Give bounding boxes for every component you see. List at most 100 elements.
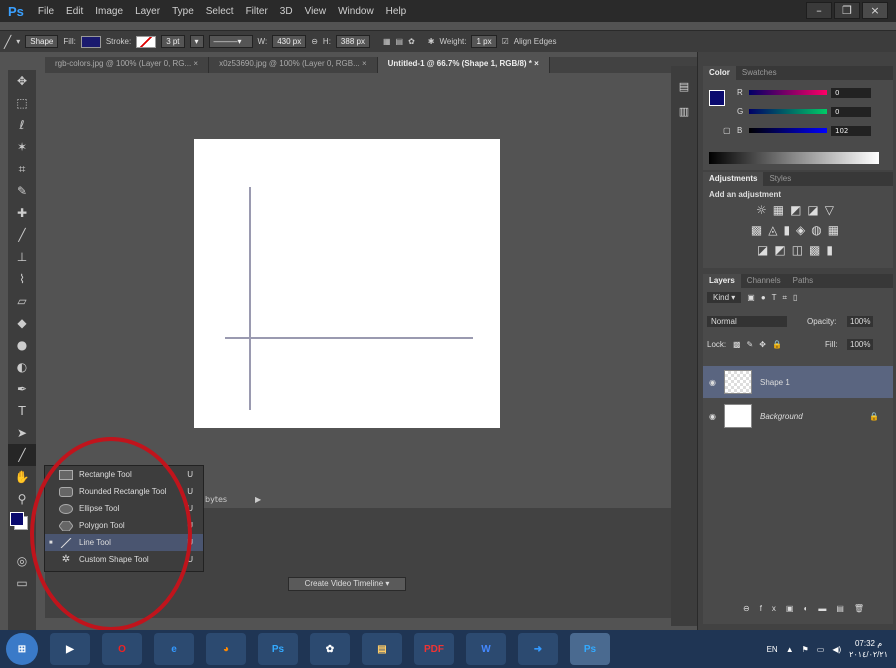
tab-paths[interactable]: Paths [787,274,819,288]
status-arrow-icon[interactable]: ▶ [255,495,261,504]
polygon-tool-item[interactable]: Polygon Tool U [45,517,203,534]
menu-layer[interactable]: Layer [129,6,166,17]
tab-untitled-1[interactable]: Untitled-1 @ 66.7% (Shape 1, RGB/8) * × [377,57,550,73]
g-slider[interactable] [749,109,827,114]
stroke-type-select[interactable]: ▾ [189,35,204,48]
visibility-eye-icon[interactable]: ◉ [709,378,716,387]
history-panel-icon[interactable]: ▤ [671,80,697,93]
width-field[interactable]: 430 px [272,35,307,48]
stroke-swatch[interactable] [136,35,157,48]
dodge-tool-icon[interactable]: ◐ [8,356,36,378]
layer-background[interactable]: ◉ Background 🔒 [703,400,893,432]
crop-tool-icon[interactable]: ⌗ [8,158,36,180]
visibility-eye-icon[interactable]: ◉ [709,412,716,421]
menu-type[interactable]: Type [166,6,200,17]
tab-x0z53690[interactable]: x0z53690.jpg @ 100% (Layer 0, RGB... × [209,57,378,73]
paint-bucket-tool-icon[interactable]: ◆ [8,312,36,334]
ellipse-tool-item[interactable]: Ellipse Tool U [45,500,203,517]
fill-field[interactable]: 100% [847,339,874,350]
document-canvas[interactable] [194,139,500,428]
pen-tool-icon[interactable]: ✒ [8,378,36,400]
taskbar-file-explorer[interactable]: ▤ [362,633,402,665]
layer-filter-icons[interactable]: ▣●T⌗▯ [747,293,803,303]
lock-icons[interactable]: ▩✎✥🔒 [733,340,788,349]
menu-image[interactable]: Image [89,6,129,17]
height-field[interactable]: 388 px [335,35,370,48]
magic-wand-tool-icon[interactable]: ✶ [8,136,36,158]
gear-icon[interactable]: ✱ [428,37,435,46]
foreground-color-chip[interactable] [709,90,725,106]
color-ramp[interactable] [709,152,879,164]
move-tool-icon[interactable]: ✥ [8,70,36,92]
tab-styles[interactable]: Styles [763,172,797,186]
taskbar-word[interactable]: W [466,633,506,665]
marquee-tool-icon[interactable]: ⬚ [8,92,36,114]
menu-window[interactable]: Window [332,6,380,17]
b-slider[interactable] [749,128,827,133]
menu-file[interactable]: File [32,6,60,17]
quick-mask-icon[interactable]: ◎ [8,550,36,572]
healing-brush-tool-icon[interactable]: ✚ [8,202,36,224]
create-video-timeline-button[interactable]: Create Video Timeline ▾ [288,577,406,591]
tab-layers[interactable]: Layers [703,274,741,288]
menu-filter[interactable]: Filter [240,6,274,17]
history-brush-tool-icon[interactable]: ⌇ [8,268,36,290]
eraser-tool-icon[interactable]: ▱ [8,290,36,312]
layer-actions-bar[interactable]: ⊖fx▣◐▬▤🗑 [743,604,874,613]
tab-adjustments[interactable]: Adjustments [703,172,764,186]
adjustment-icons-row-3[interactable]: ◪◩◫▩▮ [703,243,893,257]
taskbar-internet-explorer[interactable]: e [154,633,194,665]
adjustment-icons-row-2[interactable]: ▩◬▮◈◍▦ [703,223,893,237]
taskbar-messenger[interactable]: ➜ [518,633,558,665]
line-tool-icon[interactable]: ╱ [8,444,36,466]
link-icon[interactable]: ⊖ [311,37,318,46]
flag-icon[interactable]: ⚑ [802,645,809,654]
taskbar-pdf[interactable]: PDF [414,633,454,665]
brush-tool-icon[interactable]: ╱ [8,224,36,246]
line-tool-item[interactable]: ■ Line Tool U [45,534,203,551]
blend-mode-select[interactable]: Normal [707,316,787,327]
menu-view[interactable]: View [299,6,333,17]
tab-channels[interactable]: Channels [741,274,787,288]
maximize-button[interactable]: ❐ [834,2,860,19]
mode-select[interactable]: Shape [25,35,59,48]
minimize-button[interactable]: – [806,2,832,19]
tab-rgb-colors[interactable]: rgb-colors.jpg @ 100% (Layer 0, RG... × [45,57,210,73]
filter-kind-select[interactable]: Kind ▾ [707,292,742,303]
menu-select[interactable]: Select [200,6,240,17]
clone-stamp-tool-icon[interactable]: ⊥ [8,246,36,268]
g-value[interactable]: 0 [831,107,871,117]
eyedropper-tool-icon[interactable]: ✎ [8,180,36,202]
network-icon[interactable]: ▭ [817,645,825,654]
b-value[interactable]: 102 [831,126,871,136]
start-button[interactable]: ⊞ [6,633,38,665]
tool-preset-dropdown[interactable]: ▾ [16,37,20,46]
custom-shape-tool-item[interactable]: ✲ Custom Shape Tool U [45,551,203,568]
volume-icon[interactable]: ◀) [832,645,841,654]
menu-help[interactable]: Help [380,6,413,17]
stroke-style-select[interactable]: ―――▾ [208,35,253,48]
taskbar-firefox[interactable]: ◕ [206,633,246,665]
weight-field[interactable]: 1 px [471,35,497,48]
path-align-icon[interactable]: ▤ [396,37,404,46]
r-value[interactable]: 0 [831,88,871,98]
r-slider[interactable] [749,90,827,95]
type-tool-icon[interactable]: T [8,400,36,422]
path-selection-tool-icon[interactable]: ➤ [8,422,36,444]
properties-panel-icon[interactable]: ▥ [671,105,697,118]
fill-swatch[interactable] [80,35,101,48]
close-button[interactable]: × [862,2,888,19]
path-ops-icon[interactable]: ▦ [383,37,391,46]
layer-shape-1[interactable]: ◉ Shape 1 [703,366,893,398]
layer-name[interactable]: Background [760,412,803,421]
rectangle-tool-item[interactable]: Rectangle Tool U [45,466,203,483]
adjustment-icons-row-1[interactable]: ☼▦◩◪▽ [703,203,893,217]
blur-tool-icon[interactable]: ● [8,334,36,356]
taskbar-opera[interactable]: O [102,633,142,665]
tab-color[interactable]: Color [703,66,736,80]
screen-mode-icon[interactable]: ▭ [8,572,36,594]
zoom-tool-icon[interactable]: ⚲ [8,488,36,510]
clock[interactable]: 07:32 م ٢٠١٤/٠٢/٢١ [849,638,888,660]
stroke-size-field[interactable]: 3 pt [161,35,185,48]
opacity-field[interactable]: 100% [847,316,874,327]
